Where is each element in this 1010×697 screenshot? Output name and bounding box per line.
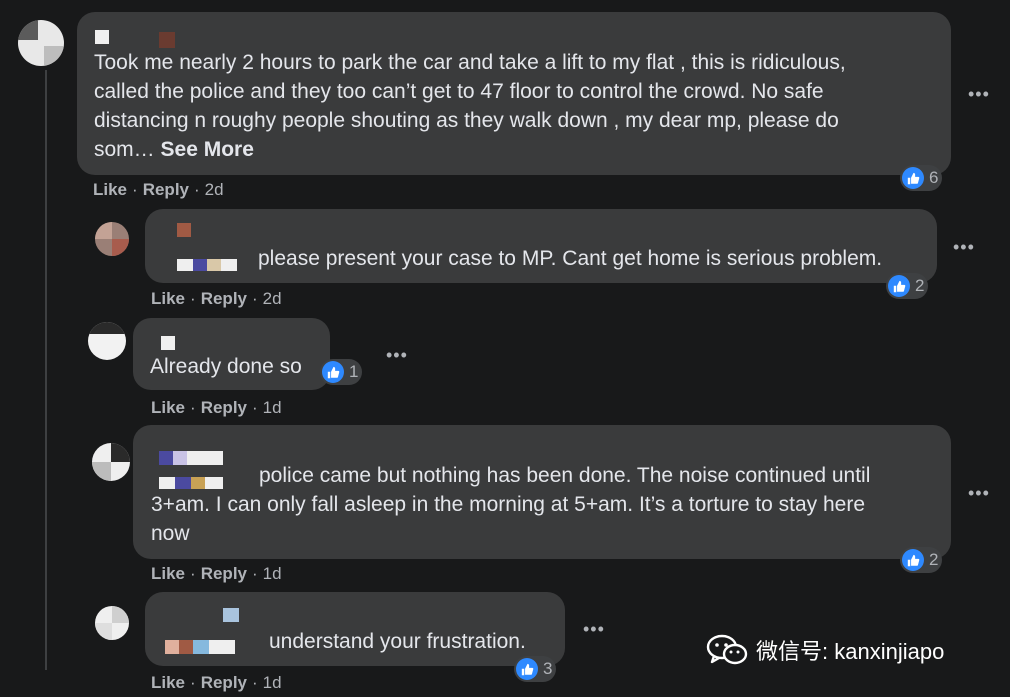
blurred-avatar-pixel [18,20,38,40]
more-options-button[interactable]: ••• [968,85,990,103]
blurred-author-name [207,259,221,271]
blurred-avatar-pixel [95,623,112,640]
comment-text: understand your frustration. [269,630,526,653]
avatar[interactable] [18,20,64,66]
separator: · [132,180,138,199]
like-reaction-icon [322,361,344,383]
like-link[interactable]: Like [151,289,185,308]
blurred-author-name [177,259,193,271]
reply-link[interactable]: Reply [201,289,247,308]
comment-bubble: Already done so [133,318,330,390]
blurred-author-name [95,30,109,44]
comment-text: police came but nothing has been done. T… [151,464,871,545]
timestamp[interactable]: 1d [263,673,282,692]
avatar[interactable] [92,443,130,481]
blurred-author-name [165,640,179,654]
separator: · [252,289,258,308]
comment-actions: Like · Reply · 1d [151,564,282,584]
more-options-button[interactable]: ••• [386,346,408,364]
timestamp[interactable]: 1d [263,398,282,417]
separator: · [252,398,258,417]
comment-actions: Like · Reply · 2d [93,180,224,200]
comment-bubble: please present your case to MP. Cant get… [145,209,937,283]
reaction-count[interactable]: 1 [320,359,363,385]
like-link[interactable]: Like [151,673,185,692]
separator: · [190,564,196,583]
comment-bubble: Took me nearly 2 hours to park the car a… [77,12,951,175]
blurred-avatar-pixel [95,222,112,239]
avatar[interactable] [95,222,129,256]
reaction-count-label: 6 [929,168,939,187]
more-options-button[interactable]: ••• [968,484,990,502]
reaction-count[interactable]: 2 [886,273,929,299]
blurred-avatar-pixel [112,606,129,623]
comment-actions: Like · Reply · 1d [151,398,282,418]
comment-bubble: police came but nothing has been done. T… [133,425,951,559]
reply-link[interactable]: Reply [201,673,247,692]
timestamp[interactable]: 1d [263,564,282,583]
blurred-author-name [161,336,175,350]
blurred-avatar-pixel [44,46,64,66]
wechat-icon [706,634,748,666]
blurred-avatar-pixel [88,322,126,334]
like-link[interactable]: Like [93,180,127,199]
blurred-author-name [209,640,235,654]
separator: · [190,398,196,417]
reaction-count-label: 1 [349,362,359,381]
separator: · [252,673,258,692]
blurred-author-name [221,259,237,271]
comment-actions: Like · Reply · 2d [151,289,282,309]
avatar[interactable] [95,606,129,640]
timestamp[interactable]: 2d [205,180,224,199]
avatar[interactable] [88,322,126,360]
like-reaction-icon [902,549,924,571]
like-link[interactable]: Like [151,564,185,583]
blurred-avatar-pixel [92,462,111,481]
blurred-avatar-pixel [112,239,129,256]
reaction-count-label: 2 [915,276,925,295]
blurred-avatar-pixel [111,443,130,462]
more-options-button[interactable]: ••• [583,620,605,638]
reaction-count-label: 3 [543,659,553,678]
reply-link[interactable]: Reply [143,180,189,199]
blurred-author-name [193,640,209,654]
like-link[interactable]: Like [151,398,185,417]
more-options-button[interactable]: ••• [953,238,975,256]
blurred-author-name [179,640,193,654]
comment-bubble: understand your frustration. [145,592,565,666]
separator: · [194,180,200,199]
blurred-author-name [193,259,207,271]
separator: · [190,289,196,308]
like-reaction-icon [902,167,924,189]
comment-text: Took me nearly 2 hours to park the car a… [94,51,846,161]
reaction-count[interactable]: 2 [900,547,943,573]
comment-actions: Like · Reply · 1d [151,673,282,693]
blurred-author-name [177,223,191,237]
see-more-link[interactable]: See More [161,138,254,161]
like-reaction-icon [888,275,910,297]
reaction-count-label: 2 [929,550,939,569]
reaction-count[interactable]: 6 [900,165,943,191]
wechat-watermark: 微信号: kanxinjiapo [706,634,944,666]
blurred-author-name [223,608,239,622]
blurred-author-name [159,32,175,48]
reply-link[interactable]: Reply [201,398,247,417]
reaction-count[interactable]: 3 [514,656,557,682]
thread-line [45,70,47,670]
comment-text: please present your case to MP. Cant get… [258,247,883,270]
separator: · [190,673,196,692]
like-reaction-icon [516,658,538,680]
separator: · [252,564,258,583]
comment-text: Already done so [150,355,302,378]
watermark-label: 微信号: kanxinjiapo [756,639,945,664]
timestamp[interactable]: 2d [263,289,282,308]
reply-link[interactable]: Reply [201,564,247,583]
